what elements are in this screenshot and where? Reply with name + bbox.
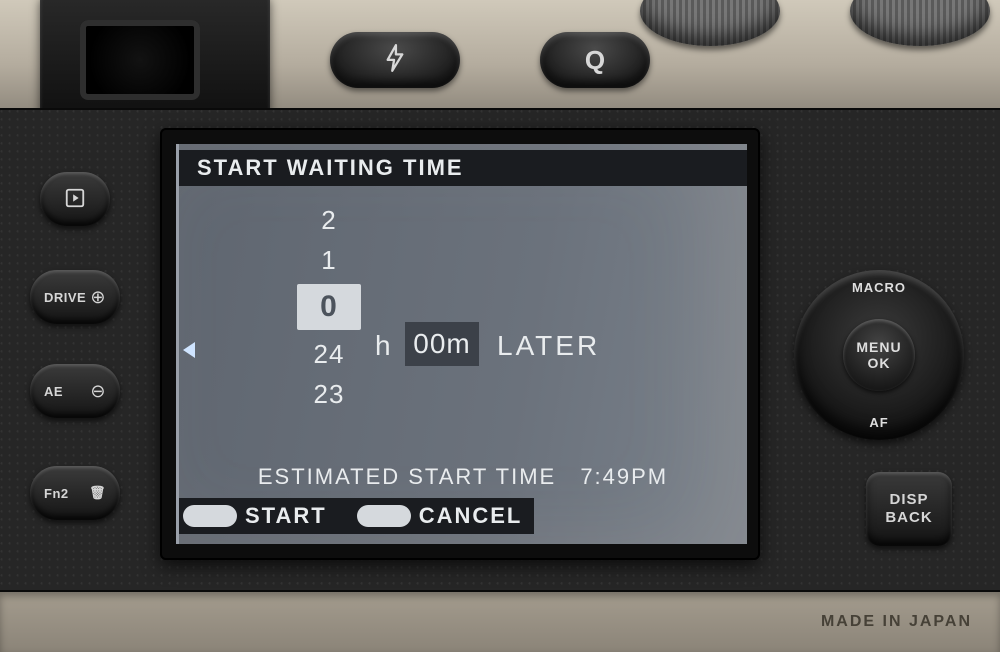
- hour-option-selected[interactable]: 0: [297, 284, 361, 330]
- menu-ok-button[interactable]: MENU OK: [843, 319, 915, 391]
- minutes-value[interactable]: 00m: [405, 322, 479, 366]
- dpad-down-label: AF: [794, 415, 964, 430]
- left-arrow-icon: [183, 342, 195, 358]
- exposure-dial[interactable]: [850, 0, 990, 46]
- lcd-screen: START WAITING TIME 2 1 0 24 23 h 00m LAT…: [176, 144, 747, 544]
- flash-button[interactable]: [330, 32, 460, 88]
- cancel-button[interactable]: CANCEL: [419, 503, 523, 529]
- action-bar: START CANCEL: [179, 498, 534, 534]
- q-button[interactable]: Q: [540, 32, 650, 88]
- playback-button[interactable]: [40, 172, 110, 226]
- fn2-button[interactable]: Fn2 🗑: [30, 466, 120, 520]
- estimated-label: ESTIMATED START TIME: [258, 464, 556, 489]
- drive-button[interactable]: DRIVE ⊕: [30, 270, 120, 324]
- cancel-pill-icon: [357, 505, 411, 527]
- time-spinner[interactable]: 2 1 0 24 23 h 00m LATER: [179, 200, 747, 424]
- lcd-frame: START WAITING TIME 2 1 0 24 23 h 00m LAT…: [160, 128, 760, 560]
- hour-option[interactable]: 1: [289, 240, 369, 280]
- bottom-plate: MADE IN JAPAN: [0, 592, 1000, 652]
- estimated-value: 7:49PM: [580, 464, 668, 490]
- made-in-label: MADE IN JAPAN: [821, 613, 972, 631]
- later-label: LATER: [497, 330, 600, 362]
- ok-label: OK: [868, 355, 891, 371]
- zoom-out-icon: ⊖: [90, 381, 106, 402]
- menu-label: MENU: [856, 339, 901, 355]
- hour-option[interactable]: 2: [289, 200, 369, 240]
- ae-button[interactable]: AE ⊖: [30, 364, 120, 418]
- top-plate: Q: [0, 0, 1000, 110]
- drive-label: DRIVE: [44, 290, 86, 305]
- hour-unit: h: [375, 330, 392, 362]
- zoom-in-icon: ⊕: [90, 287, 106, 308]
- estimated-start-row: ESTIMATED START TIME 7:49PM: [179, 464, 747, 490]
- trash-icon: 🗑: [89, 485, 106, 501]
- hour-option[interactable]: 24: [289, 334, 369, 374]
- q-label: Q: [585, 45, 605, 76]
- back-label: BACK: [885, 509, 932, 527]
- hours-column[interactable]: 2 1 0 24 23: [289, 200, 369, 424]
- screen-title: START WAITING TIME: [179, 150, 747, 186]
- hour-option[interactable]: 23: [289, 374, 369, 414]
- flash-icon: [384, 43, 406, 78]
- start-pill-icon: [183, 505, 237, 527]
- dpad-up-label: MACRO: [794, 280, 964, 295]
- disp-back-button[interactable]: DISP BACK: [866, 472, 952, 546]
- dpad[interactable]: MACRO AF MENU OK: [794, 270, 964, 440]
- camera-body: Q DRIVE ⊕ AE ⊖ Fn2 🗑 MACRO AF MENU OK DI…: [0, 0, 1000, 652]
- start-button[interactable]: START: [245, 503, 327, 529]
- shutter-dial[interactable]: [640, 0, 780, 46]
- ae-label: AE: [44, 384, 63, 399]
- fn2-label: Fn2: [44, 486, 69, 501]
- play-icon: [64, 187, 86, 212]
- disp-label: DISP: [889, 491, 928, 509]
